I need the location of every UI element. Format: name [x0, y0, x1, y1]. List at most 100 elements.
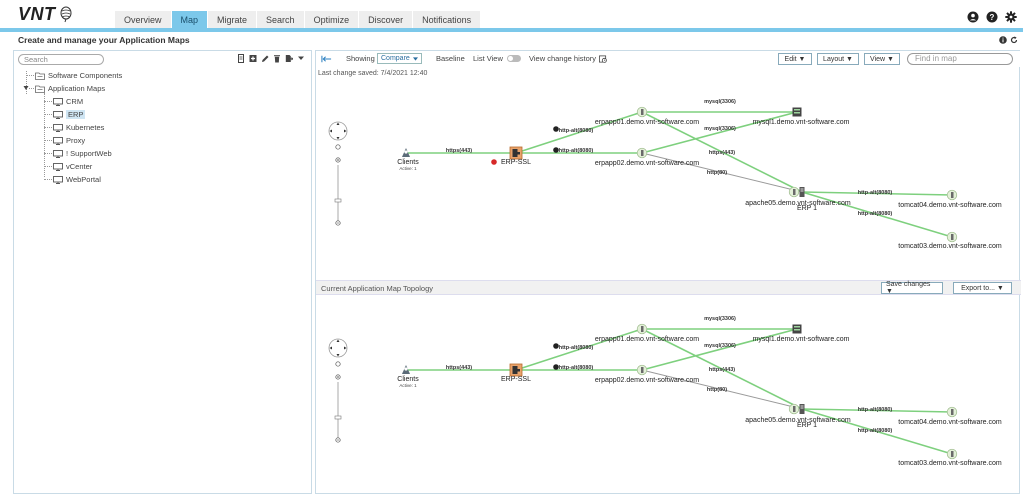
tree-item-crm[interactable]: CRM: [22, 95, 302, 108]
map-node-clients[interactable]: ClientsActive: 1: [397, 365, 419, 388]
map-node-clients[interactable]: ClientsActive: 1: [397, 148, 419, 171]
edit-icon[interactable]: [261, 54, 269, 63]
list-view-toggle[interactable]: List View: [473, 54, 521, 63]
map-node-mysql[interactable]: mysql1.demo.vnt-software.com: [753, 324, 850, 344]
tree-item-vcenter[interactable]: vCenter: [22, 160, 302, 173]
node-label: tomcat04.demo.vnt-software.com: [898, 419, 1002, 426]
server-node-icon: [788, 186, 800, 198]
info-icon[interactable]: [999, 36, 1007, 44]
server-node-icon: [788, 403, 800, 415]
user-icon[interactable]: [967, 11, 979, 23]
tab-map[interactable]: Map: [171, 11, 209, 28]
server-icon[interactable]: [237, 54, 245, 63]
monitor-icon: [53, 110, 63, 119]
collapse-panel-icon[interactable]: [321, 55, 332, 63]
view-change-history[interactable]: View change history: [529, 54, 607, 63]
tree-item-label: ! SupportWeb: [66, 149, 112, 158]
history-label: View change history: [529, 54, 596, 63]
tab-search[interactable]: Search: [257, 11, 305, 28]
tree-item-supportweb[interactable]: ! SupportWeb: [22, 147, 302, 160]
tree-item-erp[interactable]: ERP: [22, 108, 302, 121]
tree-view: Software Components Application Maps CRM…: [22, 69, 302, 186]
edit-menu-button[interactable]: Edit ▼: [778, 53, 812, 65]
export-to-button[interactable]: Export to... ▼: [953, 282, 1012, 294]
server-tower-icon: [799, 187, 805, 197]
tree-item-label: Application Maps: [48, 84, 106, 93]
edge-label: http(80): [707, 170, 727, 176]
map-node-tomcat3[interactable]: tomcat03.demo.vnt-software.com: [898, 231, 1002, 250]
server-node-icon: [946, 189, 958, 201]
tab-discover[interactable]: Discover: [359, 11, 414, 28]
tab-notifications[interactable]: Notifications: [413, 11, 482, 28]
tree-item-label: Kubernetes: [66, 123, 105, 132]
showing-select[interactable]: Compare: [377, 53, 422, 64]
edge-label: http(80): [707, 387, 727, 393]
dropdown-icon[interactable]: [297, 54, 305, 63]
tab-overview[interactable]: Overview: [115, 11, 172, 28]
layout-menu-button[interactable]: Layout ▼: [817, 53, 859, 65]
node-sublabel: Active: 1: [399, 166, 417, 171]
refresh-icon[interactable]: [1010, 36, 1018, 44]
edge-label: mysql(3306): [704, 316, 736, 322]
monitor-icon: [53, 149, 63, 158]
help-icon[interactable]: ?: [986, 11, 998, 23]
edge-label: mysql(3306): [704, 126, 736, 132]
last-saved-text: Last change saved: 7/4/2021 12:40: [318, 70, 428, 77]
edge-label: http-alt(8080): [559, 345, 594, 351]
tree-item-software-components[interactable]: Software Components: [22, 69, 302, 82]
edge-label: http-alt(8080): [858, 190, 893, 196]
add-icon[interactable]: [249, 54, 257, 63]
tree-item-webportal[interactable]: WebPortal: [22, 173, 302, 186]
map-node-tomcat3[interactable]: tomcat03.demo.vnt-software.com: [898, 448, 1002, 467]
map-node-mysql[interactable]: mysql1.demo.vnt-software.com: [753, 107, 850, 127]
tree-item-label: Proxy: [66, 136, 86, 145]
server-node-icon: [946, 448, 958, 460]
baseline-link[interactable]: Baseline: [436, 54, 465, 63]
map-node-app1[interactable]: erpapp01.demo.vnt-software.com: [595, 323, 699, 343]
export-icon[interactable]: [285, 54, 293, 63]
server-node-icon: [946, 406, 958, 418]
server-node-icon: [636, 364, 648, 376]
title-icons: [999, 36, 1018, 44]
load-balancer-icon: [509, 363, 523, 377]
monitor-icon: [53, 97, 63, 106]
svg-text:?: ?: [990, 13, 995, 22]
connector-dot: [553, 126, 559, 132]
list-view-switch[interactable]: [506, 55, 521, 62]
tree-item-label: ERP: [66, 110, 86, 119]
gear-icon[interactable]: [1005, 11, 1017, 23]
tree-item-proxy[interactable]: Proxy: [22, 134, 302, 147]
view-menu-button[interactable]: View ▼: [864, 53, 900, 65]
find-in-map-input[interactable]: Find in map: [907, 53, 1013, 65]
tree-item-application-maps[interactable]: Application Maps: [22, 82, 302, 95]
node-label: erpapp02.demo.vnt-software.com: [595, 377, 699, 384]
save-changes-button[interactable]: Save changes ▼: [881, 281, 943, 295]
chevron-down-icon: [412, 56, 418, 61]
zoom-pan-control[interactable]: [328, 121, 348, 226]
topology-section-title: Current Application Map Topology: [321, 284, 434, 293]
edge-label: https(443): [709, 150, 735, 156]
tab-optimize[interactable]: Optimize: [304, 11, 360, 28]
map-node-app1[interactable]: erpapp01.demo.vnt-software.com: [595, 106, 699, 126]
tree-item-kubernetes[interactable]: Kubernetes: [22, 121, 302, 134]
map-node-tomcat4[interactable]: tomcat04.demo.vnt-software.com: [898, 189, 1002, 209]
edge-label: http-alt(8080): [559, 148, 594, 154]
edge-label: http-alt(8080): [559, 128, 594, 134]
database-icon: [792, 107, 802, 117]
monitor-icon: [53, 136, 63, 145]
left-panel: Search Software Components Application M…: [13, 50, 312, 494]
map-node-tomcat4[interactable]: tomcat04.demo.vnt-software.com: [898, 406, 1002, 426]
load-balancer-icon: [509, 146, 523, 160]
node-label: ERP-SSL: [501, 159, 531, 166]
delete-icon[interactable]: [273, 54, 281, 63]
zoom-pan-control[interactable]: [328, 338, 348, 443]
logo-text: VNT: [18, 3, 56, 24]
edge-label: https(443): [446, 148, 472, 154]
folder-icon: [35, 72, 45, 80]
history-icon: [599, 54, 607, 63]
server-node-icon: [946, 231, 958, 243]
tree-search-input[interactable]: Search: [18, 54, 104, 65]
node-label: ERP 1: [797, 422, 817, 429]
tab-migrate[interactable]: Migrate: [208, 11, 258, 28]
status-dot: [491, 159, 497, 165]
